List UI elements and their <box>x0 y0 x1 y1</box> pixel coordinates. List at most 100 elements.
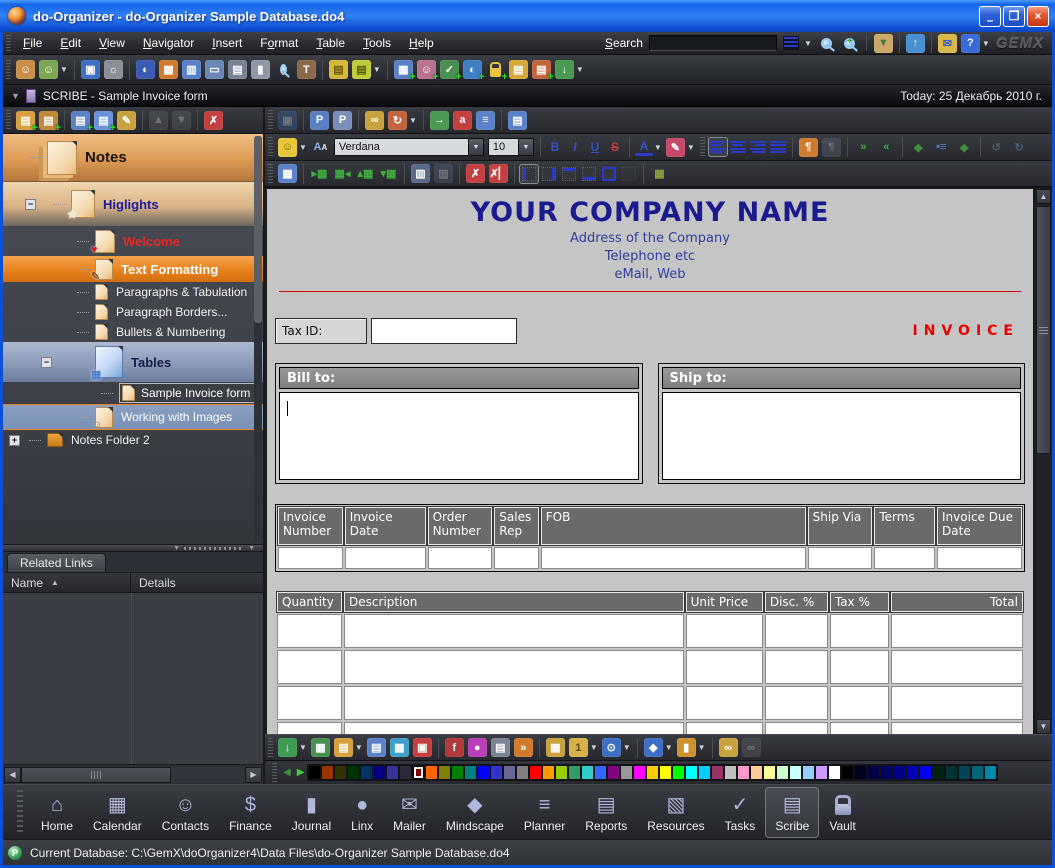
items-cell[interactable] <box>344 686 684 720</box>
menu-table[interactable]: Table <box>307 33 354 53</box>
color-swatch[interactable] <box>490 765 503 780</box>
color-swatch[interactable] <box>646 765 659 780</box>
tree-item-paragraph-borders-[interactable]: Paragraph Borders... <box>3 302 263 322</box>
color-swatch[interactable] <box>815 765 828 780</box>
paragraph-marks-button[interactable]: ¶ <box>822 138 841 157</box>
scroll-up-icon[interactable]: ▲ <box>1036 189 1051 204</box>
nav-mindscape[interactable]: ◆Mindscape <box>436 787 514 838</box>
globe-view-icon[interactable]: ◐ <box>136 60 155 79</box>
contact-card-icon[interactable]: ☺ <box>16 60 35 79</box>
color-swatch[interactable] <box>906 765 919 780</box>
delete-row-icon[interactable]: ✗ <box>466 164 485 183</box>
insert-column-left-icon[interactable]: ▸▦ <box>310 164 329 183</box>
merge-cells-icon[interactable]: ▥ <box>411 164 430 183</box>
scroll-left-icon[interactable]: ◀ <box>4 767 21 783</box>
items-cell[interactable] <box>765 686 828 720</box>
indent-increase-button[interactable]: » <box>854 138 873 157</box>
border-bottom-icon[interactable] <box>580 165 598 183</box>
tree-item-higlights[interactable]: −★Higlights <box>3 182 263 226</box>
search-scope-dropdown[interactable]: ▼ <box>804 39 812 48</box>
doc-insert-icon[interactable]: ▤+ <box>71 111 90 130</box>
color-swatch[interactable] <box>542 765 555 780</box>
menu-edit[interactable]: Edit <box>51 33 90 53</box>
dropdown-arrow-icon[interactable]: ▼ <box>60 65 68 74</box>
move-down-icon[interactable]: ▼ <box>172 111 191 130</box>
color-swatch[interactable] <box>763 765 776 780</box>
export-update-icon[interactable]: ↑ <box>906 34 925 53</box>
items-cell[interactable] <box>830 686 889 720</box>
outline-list-button[interactable]: ◆ <box>955 138 974 157</box>
menu-navigator[interactable]: Navigator <box>134 33 203 53</box>
export-icon[interactable]: → <box>430 111 449 130</box>
highlight-color-dropdown[interactable]: ▼ <box>687 143 695 152</box>
nav-journal[interactable]: ▮Journal <box>282 787 341 838</box>
insert-stamp-icon[interactable]: ▣ <box>413 738 432 757</box>
scroll-down-icon[interactable]: ▼ <box>1036 719 1051 734</box>
move-up-icon[interactable]: ▲ <box>149 111 168 130</box>
color-swatch[interactable] <box>880 765 893 780</box>
add-task-icon[interactable]: ✓+ <box>440 60 459 79</box>
items-cell[interactable] <box>686 686 763 720</box>
items-cell[interactable] <box>891 722 1023 734</box>
color-swatch[interactable] <box>607 765 620 780</box>
color-swatch[interactable] <box>594 765 607 780</box>
print-icon[interactable]: P <box>310 111 329 130</box>
column-details[interactable]: Details <box>131 573 184 592</box>
toolbar-grip[interactable] <box>6 35 11 50</box>
menu-file[interactable]: File <box>14 33 51 53</box>
nav-planner[interactable]: ≡Planner <box>514 787 575 838</box>
italic-button[interactable]: I <box>566 138 584 156</box>
color-swatch[interactable] <box>464 765 477 780</box>
dropdown-arrow-icon[interactable]: ▼ <box>373 65 381 74</box>
add-contact-icon[interactable]: ☺+ <box>417 60 436 79</box>
font-name-combo[interactable]: Verdana▼ <box>334 138 484 156</box>
insert-doc-icon[interactable]: ▤ <box>334 738 353 757</box>
meta-cell[interactable] <box>541 547 806 569</box>
color-swatch[interactable] <box>477 765 490 780</box>
color-swatch[interactable] <box>360 765 373 780</box>
color-swatch[interactable] <box>412 765 425 780</box>
collapse-box-icon[interactable]: − <box>25 199 36 210</box>
insert-row-above-icon[interactable]: ▴▦ <box>356 164 375 183</box>
highlight-color-button[interactable]: ✎ <box>666 138 685 157</box>
color-swatch[interactable] <box>867 765 880 780</box>
tree-item-bullets-numbering[interactable]: Bullets & Numbering <box>3 322 263 342</box>
items-cell[interactable] <box>891 650 1023 684</box>
vest-icon[interactable]: ▼ <box>874 34 893 53</box>
items-cell[interactable] <box>344 614 684 648</box>
meta-cell[interactable] <box>428 547 493 569</box>
tax-id-field[interactable] <box>371 318 517 344</box>
panel-splitter[interactable]: ▼▼ <box>3 544 263 552</box>
color-swatch[interactable] <box>438 765 451 780</box>
insert-table-icon[interactable]: ▦ <box>311 738 330 757</box>
indent-decrease-button[interactable]: « <box>877 138 896 157</box>
related-links-tab[interactable]: Related Links <box>7 553 106 572</box>
strikethrough-button[interactable]: S <box>606 138 624 156</box>
bill-to-field[interactable] <box>279 392 639 480</box>
redo-button[interactable]: ↻ <box>1010 138 1029 157</box>
color-swatch[interactable] <box>516 765 529 780</box>
paragraph-button[interactable]: ¶ <box>799 138 818 157</box>
palette-left-icon[interactable]: ◀ <box>283 767 291 778</box>
insert-more-icon[interactable]: » <box>514 738 533 757</box>
align-center-button[interactable] <box>729 138 747 156</box>
color-swatch[interactable] <box>620 765 633 780</box>
underline-button[interactable]: U <box>586 138 604 156</box>
tree-item-welcome[interactable]: ♥Welcome <box>3 226 263 256</box>
color-swatch[interactable] <box>802 765 815 780</box>
sticky-note-list-icon[interactable]: ▤ <box>352 60 371 79</box>
search-scope-icon[interactable] <box>783 36 799 50</box>
add-password-icon[interactable]: + <box>486 60 505 79</box>
page-setup-icon[interactable]: ☼ <box>104 60 123 79</box>
color-swatch[interactable] <box>984 765 997 780</box>
insert-image-icon[interactable]: ▦ <box>390 738 409 757</box>
bold-button[interactable]: B <box>546 138 564 156</box>
items-cell[interactable] <box>277 722 342 734</box>
tree-item-tables[interactable]: −▦Tables <box>3 342 263 382</box>
add-journal-icon[interactable]: ▤+ <box>532 60 551 79</box>
list-view-icon[interactable]: ▤ <box>228 60 247 79</box>
font-color-button[interactable]: A <box>635 138 653 156</box>
insert-date2-icon[interactable]: 1 <box>569 738 588 757</box>
items-cell[interactable] <box>830 650 889 684</box>
items-cell[interactable] <box>830 722 889 734</box>
